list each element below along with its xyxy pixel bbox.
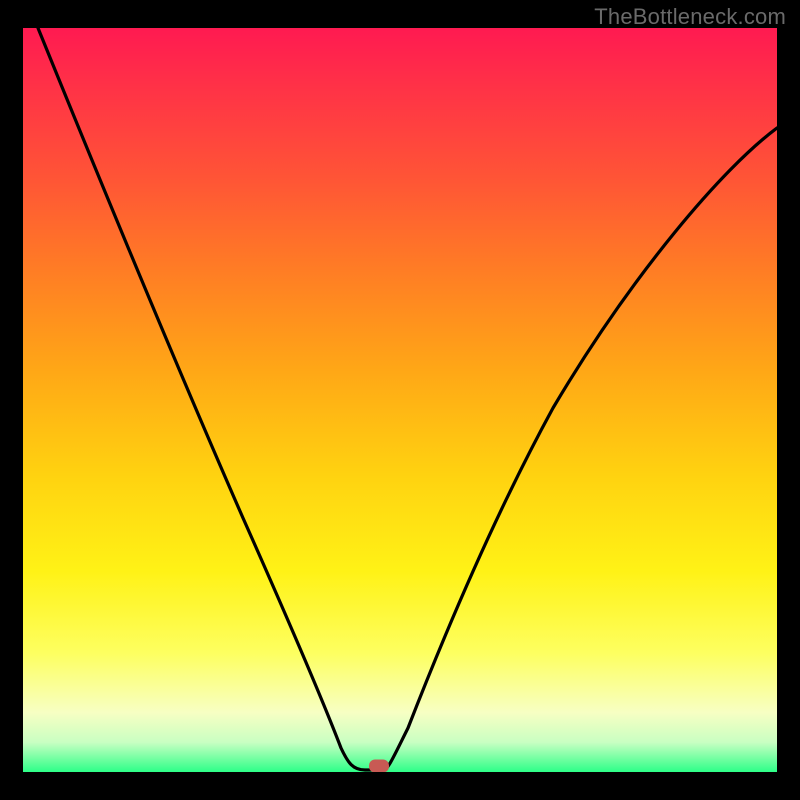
- watermark-label: TheBottleneck.com: [594, 4, 786, 30]
- chart-frame: TheBottleneck.com: [0, 0, 800, 800]
- optimum-marker: [369, 760, 389, 773]
- plot-area: [23, 28, 777, 772]
- curve-path: [38, 28, 777, 770]
- bottleneck-curve: [23, 28, 777, 772]
